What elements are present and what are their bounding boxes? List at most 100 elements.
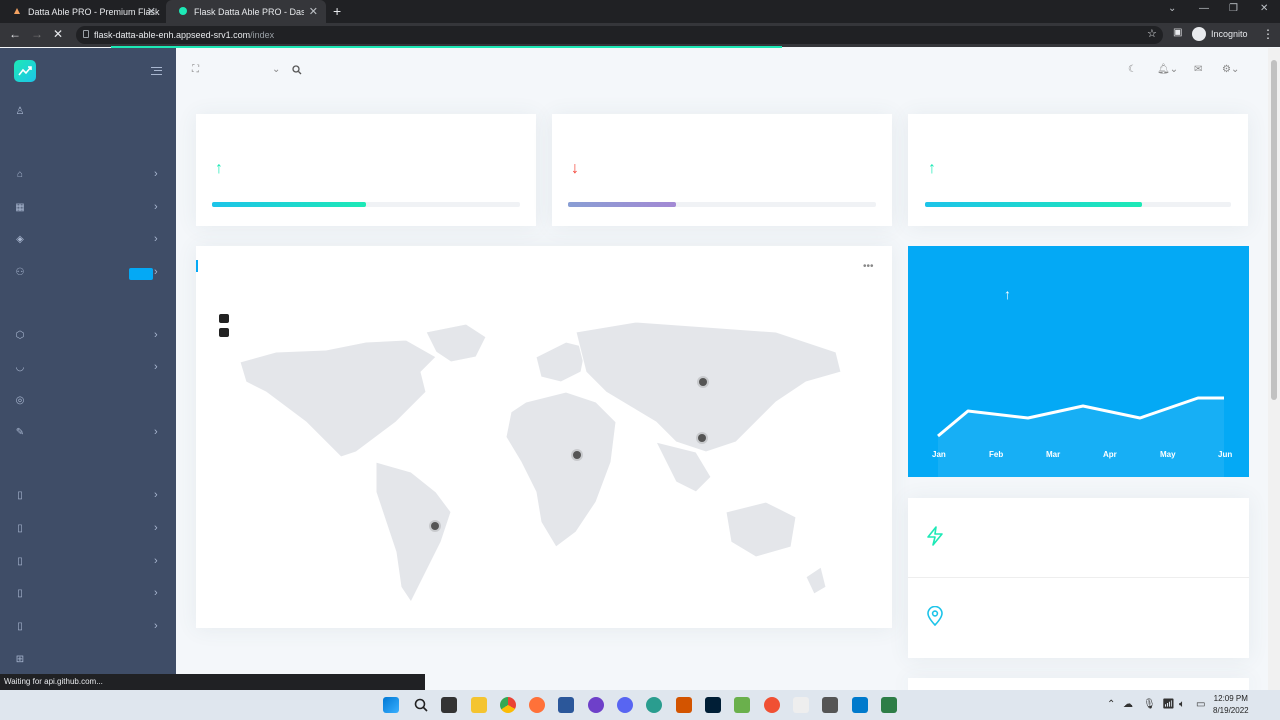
sidebar-toggle-icon[interactable] xyxy=(151,67,162,75)
tray-chevron-icon[interactable]: ⌃ xyxy=(1107,699,1115,710)
chrome-icon[interactable] xyxy=(500,697,516,713)
map-marker-china[interactable] xyxy=(698,434,706,442)
calculator-icon[interactable] xyxy=(881,697,897,713)
layout-icon: ▦ xyxy=(15,202,25,213)
browser-tab[interactable]: Datta Able PRO - Premium Flask ✕ xyxy=(0,0,164,23)
incognito-indicator[interactable]: Incognito xyxy=(1192,27,1248,41)
sidebar-item[interactable]: ▯ › xyxy=(0,585,176,605)
settings-gear-icon[interactable]: ⚙⌄ xyxy=(1222,64,1239,75)
bookmark-star-icon[interactable]: ☆ xyxy=(1147,27,1157,40)
restore-icon[interactable]: ❐ xyxy=(1229,3,1238,14)
progress-fill xyxy=(568,202,676,207)
app-q-icon[interactable] xyxy=(793,697,809,713)
fullscreen-icon[interactable]: ⛶ xyxy=(192,64,199,75)
windows-start-icon[interactable] xyxy=(383,697,399,713)
sidebar-item[interactable]: ▯ › xyxy=(0,618,176,638)
globe-app-icon[interactable] xyxy=(646,697,662,713)
sidebar-item[interactable]: ⌂ › xyxy=(0,166,176,186)
new-tab-icon[interactable]: + xyxy=(333,3,341,19)
sidebar-item[interactable]: ◎ xyxy=(0,392,176,412)
tab-search-icon[interactable]: ⌄ xyxy=(1168,3,1176,14)
sidebar-item[interactable]: ▦ › xyxy=(0,199,176,219)
month-label: Feb xyxy=(989,450,1004,459)
url-host: flask-datta-able-enh.appseed-srv1.com xyxy=(94,30,251,40)
github-desktop-icon[interactable] xyxy=(588,697,604,713)
progress-bar xyxy=(568,202,876,207)
chevron-right-icon: › xyxy=(154,620,158,632)
sidebar-item[interactable]: ⚇ › xyxy=(0,264,176,284)
microphone-icon[interactable]: 🎙︎ xyxy=(1143,699,1156,710)
map-zoom-out-button[interactable] xyxy=(219,328,229,337)
back-icon[interactable]: ← xyxy=(9,27,21,41)
month-label: May xyxy=(1160,450,1176,459)
bell-icon[interactable]: 🔔︎⌄ xyxy=(1157,64,1178,75)
progress-bar xyxy=(212,202,520,207)
file-icon: ▯ xyxy=(17,490,23,501)
minimize-icon[interactable]: — xyxy=(1199,3,1209,14)
sidebar-item[interactable]: ◡ › xyxy=(0,359,176,379)
postman-icon[interactable] xyxy=(764,697,780,713)
url-field[interactable]: flask-datta-able-enh.appseed-srv1.com/in… xyxy=(76,26,1163,44)
powershell-icon[interactable] xyxy=(558,697,574,713)
map-zoom-in-button[interactable] xyxy=(219,314,229,323)
map-pin-icon xyxy=(927,606,943,626)
app-logo-icon[interactable] xyxy=(14,60,36,82)
task-view-icon[interactable] xyxy=(441,697,457,713)
photoshop-icon[interactable] xyxy=(705,697,721,713)
profile-label: Incognito xyxy=(1211,29,1248,39)
remote-desktop-icon[interactable] xyxy=(822,697,838,713)
wifi-icon[interactable]: 📶︎ xyxy=(1162,699,1175,710)
discord-icon[interactable] xyxy=(617,697,633,713)
browser-tab-title: Datta Able PRO - Premium Flask xyxy=(28,6,160,17)
search-icon[interactable] xyxy=(292,65,302,75)
file-icon: ▯ xyxy=(17,588,23,599)
sidebar-item[interactable]: ♙ xyxy=(0,103,176,123)
page-scrollbar[interactable] xyxy=(1268,48,1280,690)
system-clock[interactable]: 12:09 PM 8/19/2022 xyxy=(1213,693,1249,717)
sidebar-item[interactable]: ✎ › xyxy=(0,424,176,444)
close-window-icon[interactable]: ✕ xyxy=(1260,3,1268,14)
sidebar-badge xyxy=(129,268,153,280)
scrollbar-thumb[interactable] xyxy=(1271,60,1277,400)
arrow-up-icon: ↑ xyxy=(928,160,936,177)
arrow-down-icon: ↓ xyxy=(571,160,579,177)
map-marker-russia[interactable] xyxy=(699,378,707,386)
gitlab-icon: ◡ xyxy=(15,362,25,373)
map-marker-brazil[interactable] xyxy=(431,522,439,530)
volume-icon[interactable]: 🔈︎ xyxy=(1179,699,1185,710)
notepad-icon[interactable] xyxy=(734,697,750,713)
firefox-icon[interactable] xyxy=(529,697,545,713)
sales-line-chart xyxy=(937,396,1224,477)
file-explorer-icon[interactable] xyxy=(471,697,487,713)
battery-icon[interactable]: ▭ xyxy=(1196,699,1205,710)
search-taskbar-icon[interactable] xyxy=(413,697,429,713)
mail-icon[interactable]: ✉ xyxy=(1194,64,1202,75)
sidebar-item[interactable]: ▯ › xyxy=(0,553,176,573)
close-tab-icon[interactable]: ✕ xyxy=(147,5,156,18)
vscode-icon[interactable] xyxy=(852,697,868,713)
sidebar-item[interactable]: ⊞ xyxy=(0,651,176,671)
sidebar-item[interactable]: ▯ › xyxy=(0,520,176,540)
stop-loading-icon[interactable]: ✕ xyxy=(53,27,63,41)
close-tab-icon[interactable]: ✕ xyxy=(309,5,318,18)
feather-icon: ✎ xyxy=(15,427,25,438)
sidebar-item[interactable]: ▯ › xyxy=(0,487,176,507)
browser-menu-icon[interactable]: ⋮ xyxy=(1262,27,1274,41)
browser-tab-active[interactable]: Flask Datta Able PRO - Dashboard ✕ xyxy=(166,0,326,23)
dark-mode-icon[interactable]: ☾ xyxy=(1128,64,1137,75)
onedrive-icon[interactable]: ☁ xyxy=(1123,699,1133,710)
sidepanel-icon[interactable]: ▣ xyxy=(1173,27,1182,38)
sidebar-item[interactable]: ⬡ › xyxy=(0,327,176,347)
browser-tab-title: Flask Datta Able PRO - Dashboard xyxy=(194,6,304,17)
arrow-up-icon: ↑ xyxy=(215,160,223,177)
forward-icon[interactable]: → xyxy=(31,27,43,41)
file-icon: ▯ xyxy=(17,523,23,534)
dropdown-chevron-icon[interactable]: ⌄ xyxy=(272,64,280,75)
file-icon: ▯ xyxy=(17,621,23,632)
sidebar-item[interactable]: ◈ › xyxy=(0,231,176,251)
card-title-accent xyxy=(196,260,198,272)
card-menu-icon[interactable]: ••• xyxy=(863,261,874,272)
chevron-right-icon: › xyxy=(154,233,158,245)
sublime-icon[interactable] xyxy=(676,697,692,713)
map-marker-egypt[interactable] xyxy=(573,451,581,459)
